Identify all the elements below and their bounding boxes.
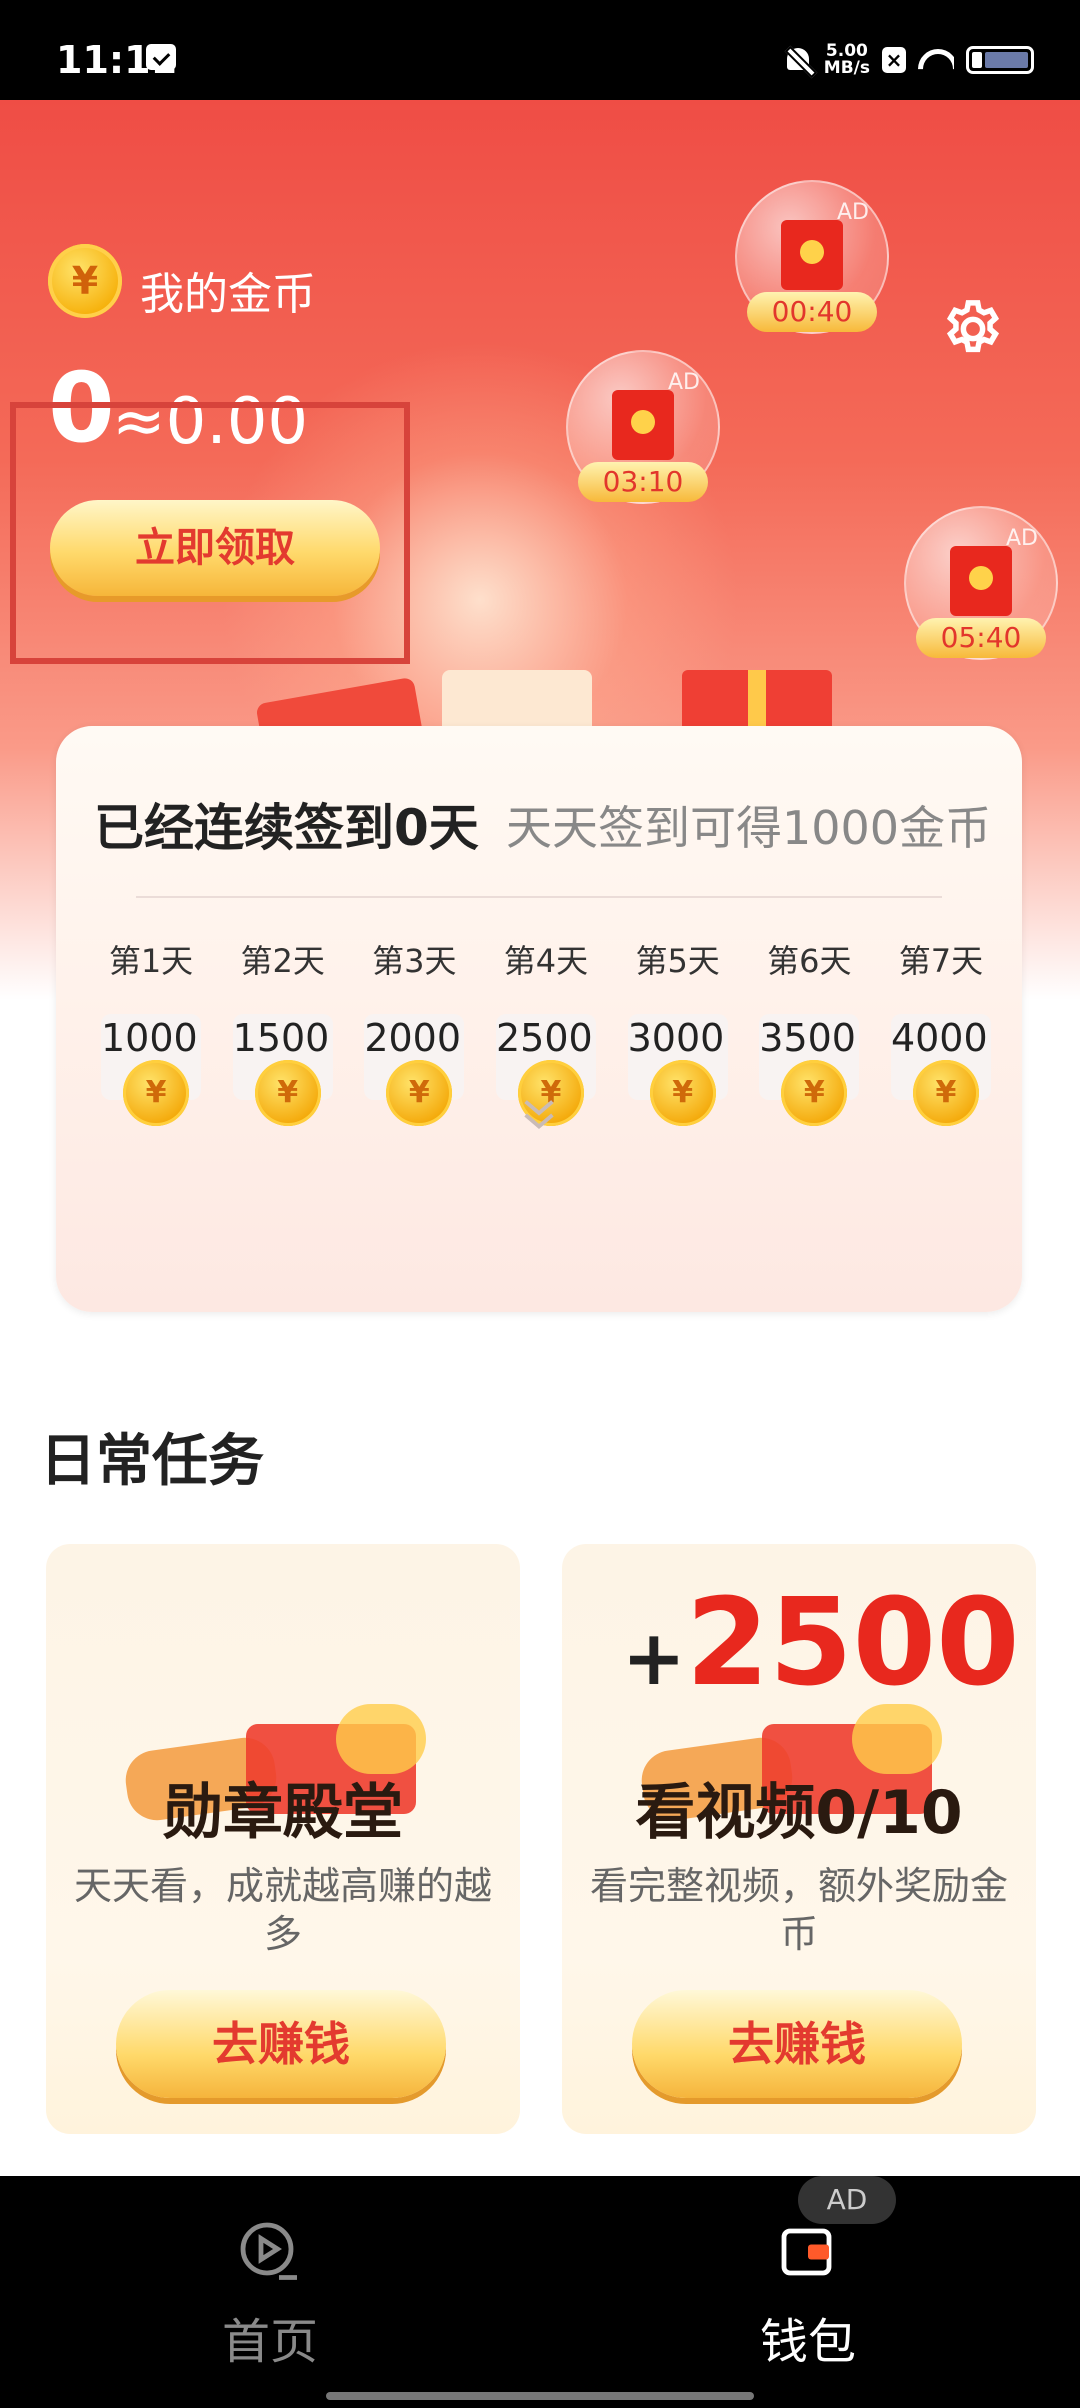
day-reward: 3000 ¥: [627, 1014, 728, 1126]
day-label: 第7天: [898, 942, 984, 980]
checkin-subtitle: 天天签到可得1000金币: [506, 801, 992, 855]
day-amount: 2500: [495, 1016, 593, 1060]
ad-timer: 03:10: [578, 462, 708, 502]
checkin-day[interactable]: 第3天 2000 ¥: [359, 936, 469, 1126]
task-name: 勋章殿堂: [163, 1778, 403, 1848]
nav-label: 钱包: [759, 2314, 856, 2370]
checkin-day[interactable]: 第1天 1000 ¥: [96, 936, 206, 1126]
gold-coin-icon: ¥: [48, 244, 122, 318]
day-amount: 3500: [759, 1016, 856, 1060]
task-desc: 看完整视频，额外奖励金币: [589, 1864, 1008, 1956]
gold-coin-icon: ¥: [254, 1060, 321, 1126]
day-reward: 2000 ¥: [364, 1014, 465, 1126]
checkin-day[interactable]: 第5天 3000 ¥: [623, 936, 733, 1126]
message-icon: [146, 44, 176, 70]
status-icons: 5.00 MB/s ×: [784, 40, 1034, 80]
checkin-card: 已经连续签到0天 天天签到可得1000金币 第1天 1000 ¥ 第2天 150…: [56, 726, 1022, 1312]
day-amount: 1500: [232, 1016, 330, 1060]
ad-bubble-2[interactable]: AD 03:10: [566, 350, 720, 504]
net-speed: 5.00 MB/s: [824, 43, 870, 77]
my-coins-label: 我的金币: [140, 269, 316, 320]
task-card-watch-video[interactable]: +2500 看视频0/10 看完整视频，额外奖励金币 去赚钱: [562, 1544, 1036, 2134]
daily-tasks-title: 日常任务: [40, 1429, 264, 1494]
day-reward: 1500 ¥: [232, 1014, 333, 1126]
checkin-streak-title: 已经连续签到0天: [94, 799, 479, 857]
gold-coin-icon: ¥: [123, 1060, 189, 1126]
ad-tag: AD: [1006, 526, 1038, 551]
ad-tag: AD: [837, 200, 869, 225]
settings-gear-icon[interactable]: [940, 296, 1006, 362]
day-amount: 4000: [890, 1016, 988, 1060]
red-envelope-icon: [950, 546, 1012, 616]
gold-coin-icon: ¥: [649, 1060, 716, 1126]
day-label: 第4天: [503, 942, 589, 980]
day-reward: 4000 ¥: [890, 1014, 991, 1126]
wifi-icon: [918, 45, 954, 75]
day-amount: 1000: [101, 1016, 198, 1060]
bonus-plus: +: [622, 1613, 686, 1702]
ad-timer: 05:40: [916, 618, 1046, 658]
ad-bubble-1[interactable]: AD 00:40: [735, 180, 889, 334]
day-label: 第1天: [108, 942, 194, 980]
earn-money-button[interactable]: 去赚钱: [116, 1990, 446, 2098]
earn-money-button[interactable]: 去赚钱: [632, 1990, 962, 2098]
checkin-day[interactable]: 第2天 1500 ¥: [228, 936, 338, 1126]
ad-tag: AD: [668, 370, 700, 395]
highlight-box: [10, 402, 410, 664]
checkin-days: 第1天 1000 ¥ 第2天 1500 ¥ 第3天 2000 ¥ 第4天 250…: [96, 936, 996, 1126]
checkin-day[interactable]: 第7天 4000 ¥: [886, 936, 996, 1126]
wallet-icon: [781, 2228, 832, 2276]
bottom-nav: 首页 钱包: [0, 2176, 1080, 2408]
task-card-medal-hall[interactable]: 勋章殿堂 天天看，成就越高赚的越多 去赚钱: [46, 1544, 520, 2134]
gold-coin-icon: ¥: [386, 1060, 453, 1126]
task-name: 看视频0/10: [635, 1778, 963, 1848]
play-circle-icon: [240, 2222, 297, 2280]
bonus-value: 2500: [685, 1574, 1020, 1713]
day-reward: 1000 ¥: [101, 1014, 201, 1126]
divider: [136, 896, 942, 898]
day-amount: 2000: [364, 1016, 462, 1060]
gold-coin-icon: ¥: [912, 1060, 979, 1126]
nav-label: 首页: [221, 2314, 318, 2370]
checkin-day[interactable]: 第6天 3500 ¥: [754, 936, 864, 1126]
task-desc: 天天看，成就越高赚的越多: [73, 1864, 492, 1956]
net-speed-unit: MB/s: [823, 58, 870, 78]
day-label: 第6天: [767, 942, 852, 980]
day-reward: 2500 ¥: [495, 1014, 596, 1126]
status-bar: 11:11 5.00 MB/s ×: [0, 0, 1080, 100]
battery-icon: [966, 46, 1034, 74]
ad-bubble-3[interactable]: AD 05:40: [904, 506, 1058, 660]
day-label: 第3天: [372, 942, 457, 980]
home-indicator[interactable]: [326, 2392, 754, 2400]
silent-bell-icon: [784, 45, 812, 75]
day-amount: 3000: [627, 1016, 725, 1060]
day-label: 第2天: [240, 942, 325, 980]
day-reward: 3500 ¥: [759, 1014, 860, 1126]
checkin-day[interactable]: 第4天 2500 ¥: [491, 936, 601, 1126]
day-label: 第5天: [635, 942, 720, 980]
expand-chevron-icon[interactable]: [516, 1092, 562, 1138]
red-envelope-icon: [612, 390, 674, 460]
ad-timer: 00:40: [747, 292, 877, 332]
nav-home[interactable]: 首页: [170, 2216, 370, 2372]
ad-badge: AD: [798, 2176, 896, 2224]
nav-wallet[interactable]: 钱包: [708, 2216, 908, 2372]
red-envelope-icon: [781, 220, 843, 290]
gold-coin-icon: ¥: [781, 1060, 848, 1126]
x-app-icon: ×: [882, 47, 906, 73]
